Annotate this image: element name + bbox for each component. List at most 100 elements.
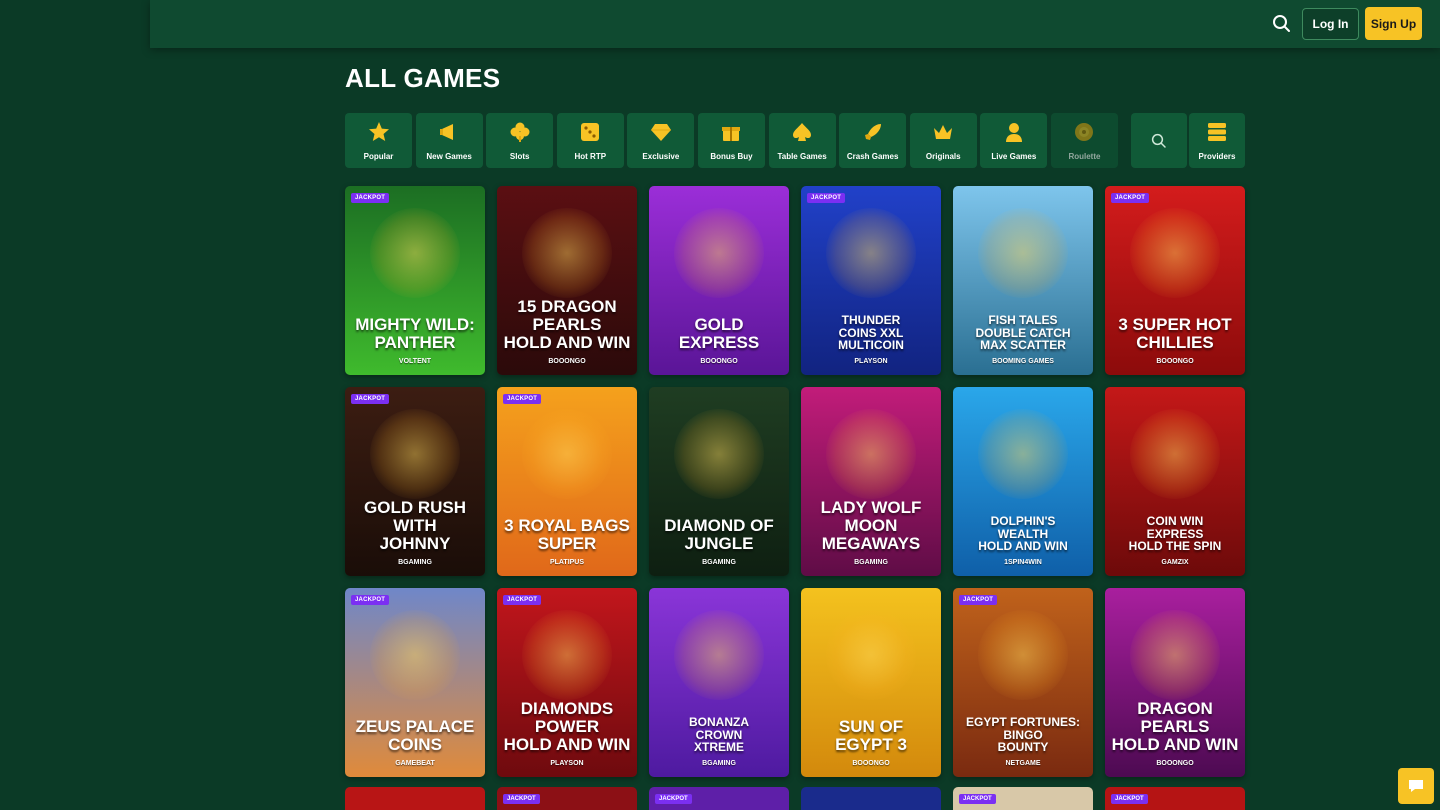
game-card[interactable]: JACKPOT bbox=[649, 787, 789, 810]
category-tab-roulette[interactable]: Roulette bbox=[1050, 113, 1118, 168]
chat-bubble-icon bbox=[1409, 780, 1423, 792]
game-artwork bbox=[826, 610, 916, 700]
game-card[interactable]: JACKPOT 3 SUPER HOT CHILLIES BOOONGO bbox=[1105, 186, 1245, 375]
game-card[interactable]: JACKPOT DIAMONDS POWER HOLD AND WIN PLAYSO… bbox=[497, 588, 637, 777]
category-tab-table-games[interactable]: Table Games bbox=[768, 113, 836, 168]
category-tab-label: Table Games bbox=[777, 152, 827, 161]
game-card[interactable]: JACKPOT bbox=[497, 787, 637, 810]
game-card[interactable]: DIAMOND OF JUNGLE BGAMING bbox=[649, 387, 789, 576]
game-card[interactable]: JACKPOT EGYPT FORTUNES: BINGO BOUNTY NETGA… bbox=[953, 588, 1093, 777]
game-artwork bbox=[978, 409, 1068, 499]
category-tab-label: Live Games bbox=[991, 152, 1037, 161]
jackpot-badge: JACKPOT bbox=[959, 595, 998, 605]
game-title: GOLD EXPRESS bbox=[678, 315, 760, 353]
game-card[interactable]: BONANZA CROWN XTREME BGAMING bbox=[649, 588, 789, 777]
category-tab-live-games[interactable]: Live Games bbox=[980, 113, 1048, 168]
category-tab-crash-games[interactable]: Crash Games bbox=[839, 113, 907, 168]
signup-button[interactable]: Sign Up bbox=[1365, 7, 1422, 40]
category-tab-new-games[interactable]: New Games bbox=[415, 113, 483, 168]
category-tab-exclusive[interactable]: Exclusive bbox=[627, 113, 695, 168]
game-card[interactable] bbox=[801, 787, 941, 810]
game-artwork bbox=[674, 409, 764, 499]
category-tab-label: Hot RTP bbox=[574, 152, 607, 161]
jackpot-badge: JACKPOT bbox=[503, 595, 542, 605]
game-card[interactable] bbox=[345, 787, 485, 810]
game-title: BONANZA CROWN XTREME bbox=[689, 715, 749, 755]
game-title: COIN WIN EXPRESS HOLD THE SPIN bbox=[1128, 514, 1222, 554]
game-card[interactable]: 15 DRAGON PEARLS HOLD AND WIN BOOONGO bbox=[497, 186, 637, 375]
game-card[interactable]: DOLPHIN'S WEALTH HOLD AND WIN 1SPIN4WIN bbox=[953, 387, 1093, 576]
game-provider: BGAMING bbox=[702, 559, 736, 566]
game-title: THUNDER COINS XXL MULTICOIN bbox=[838, 313, 904, 353]
game-artwork bbox=[826, 409, 916, 499]
game-artwork bbox=[674, 610, 764, 700]
spade-icon bbox=[791, 121, 813, 143]
game-provider: BOOONGO bbox=[852, 760, 890, 767]
roulette-icon bbox=[1073, 121, 1095, 143]
game-card[interactable]: JACKPOT MIGHTY WILD: PANTHER VOLTENT bbox=[345, 186, 485, 375]
game-card[interactable]: COIN WIN EXPRESS HOLD THE SPIN GAMZIX bbox=[1105, 387, 1245, 576]
game-card[interactable]: SUN OF EGYPT 3 BOOONGO bbox=[801, 588, 941, 777]
category-tab-slots[interactable]: Slots bbox=[486, 113, 554, 168]
chat-button[interactable] bbox=[1398, 768, 1434, 804]
game-artwork bbox=[370, 610, 460, 700]
game-card[interactable]: JACKPOT GOLD RUSH WITH JOHNNY BGAMING bbox=[345, 387, 485, 576]
search-button[interactable] bbox=[1270, 12, 1294, 36]
game-card[interactable]: JACKPOT THUNDER COINS XXL MULTICOIN PLAYSO… bbox=[801, 186, 941, 375]
game-card[interactable]: JACKPOT 3 ROYAL BAGS SUPER PLATIPUS bbox=[497, 387, 637, 576]
header-bar: Log In Sign Up bbox=[150, 0, 1440, 48]
game-card[interactable]: FISH TALES DOUBLE CATCH MAX SCATTER BOOMI… bbox=[953, 186, 1093, 375]
new-megaphone-icon bbox=[438, 121, 460, 143]
category-tab-label: Exclusive bbox=[642, 152, 680, 161]
game-card[interactable]: GOLD EXPRESS BOOONGO bbox=[649, 186, 789, 375]
category-tab-hot-rtp[interactable]: Hot RTP bbox=[556, 113, 624, 168]
category-tab-label: Bonus Buy bbox=[710, 152, 753, 161]
game-title: ZEUS PALACE COINS bbox=[355, 717, 475, 755]
diamond-icon bbox=[650, 121, 672, 143]
jackpot-badge: JACKPOT bbox=[959, 794, 996, 804]
game-artwork bbox=[370, 409, 460, 499]
login-button[interactable]: Log In bbox=[1302, 8, 1359, 40]
game-artwork bbox=[522, 208, 612, 298]
category-tab-popular[interactable]: Popular bbox=[345, 113, 412, 168]
game-provider: PLATIPUS bbox=[549, 559, 585, 566]
game-card[interactable]: JACKPOT bbox=[1105, 787, 1245, 810]
game-title: DRAGON PEARLS HOLD AND WIN bbox=[1111, 699, 1239, 755]
category-tab-label: Slots bbox=[509, 152, 530, 161]
game-card[interactable]: JACKPOT ZEUS PALACE COINS GAMEBEAT bbox=[345, 588, 485, 777]
game-artwork bbox=[978, 208, 1068, 298]
game-title: GOLD RUSH WITH JOHNNY bbox=[364, 498, 466, 554]
category-tab-bonus-buy[interactable]: Bonus Buy bbox=[697, 113, 765, 168]
category-tab-originals[interactable]: Originals bbox=[909, 113, 977, 168]
providers-stack-icon bbox=[1208, 123, 1226, 141]
game-provider: 1SPIN4WIN bbox=[1004, 559, 1042, 566]
jackpot-badge: JACKPOT bbox=[503, 794, 540, 804]
game-card[interactable]: LADY WOLF MOON MEGAWAYS BGAMING bbox=[801, 387, 941, 576]
game-artwork bbox=[1130, 610, 1220, 700]
game-title: FISH TALES DOUBLE CATCH MAX SCATTER bbox=[975, 313, 1071, 353]
game-provider: GAMEBEAT bbox=[395, 760, 435, 767]
game-title: 3 ROYAL BAGS SUPER bbox=[504, 516, 630, 554]
game-provider: BOOONGO bbox=[548, 358, 586, 365]
jackpot-badge: JACKPOT bbox=[351, 595, 390, 605]
providers-button[interactable]: Providers bbox=[1189, 113, 1245, 168]
game-provider: BGAMING bbox=[854, 559, 888, 566]
category-search-button[interactable] bbox=[1131, 113, 1187, 168]
game-provider: BOOONGO bbox=[700, 358, 738, 365]
providers-label: Providers bbox=[1198, 152, 1236, 161]
game-card[interactable]: DRAGON PEARLS HOLD AND WIN BOOONGO bbox=[1105, 588, 1245, 777]
game-artwork bbox=[370, 208, 460, 298]
category-tab-label: Crash Games bbox=[846, 152, 899, 161]
game-artwork bbox=[1130, 208, 1220, 298]
game-artwork bbox=[522, 610, 612, 700]
game-artwork bbox=[978, 610, 1068, 700]
category-tab-label: Roulette bbox=[1068, 152, 1101, 161]
category-tab-label: Originals bbox=[925, 152, 961, 161]
star-icon bbox=[368, 121, 390, 143]
jackpot-badge: JACKPOT bbox=[351, 193, 390, 203]
game-card[interactable]: JACKPOT bbox=[953, 787, 1093, 810]
search-icon bbox=[1151, 133, 1166, 148]
crown-icon bbox=[932, 121, 954, 143]
gift-icon bbox=[720, 121, 742, 143]
game-provider: BGAMING bbox=[702, 760, 736, 767]
